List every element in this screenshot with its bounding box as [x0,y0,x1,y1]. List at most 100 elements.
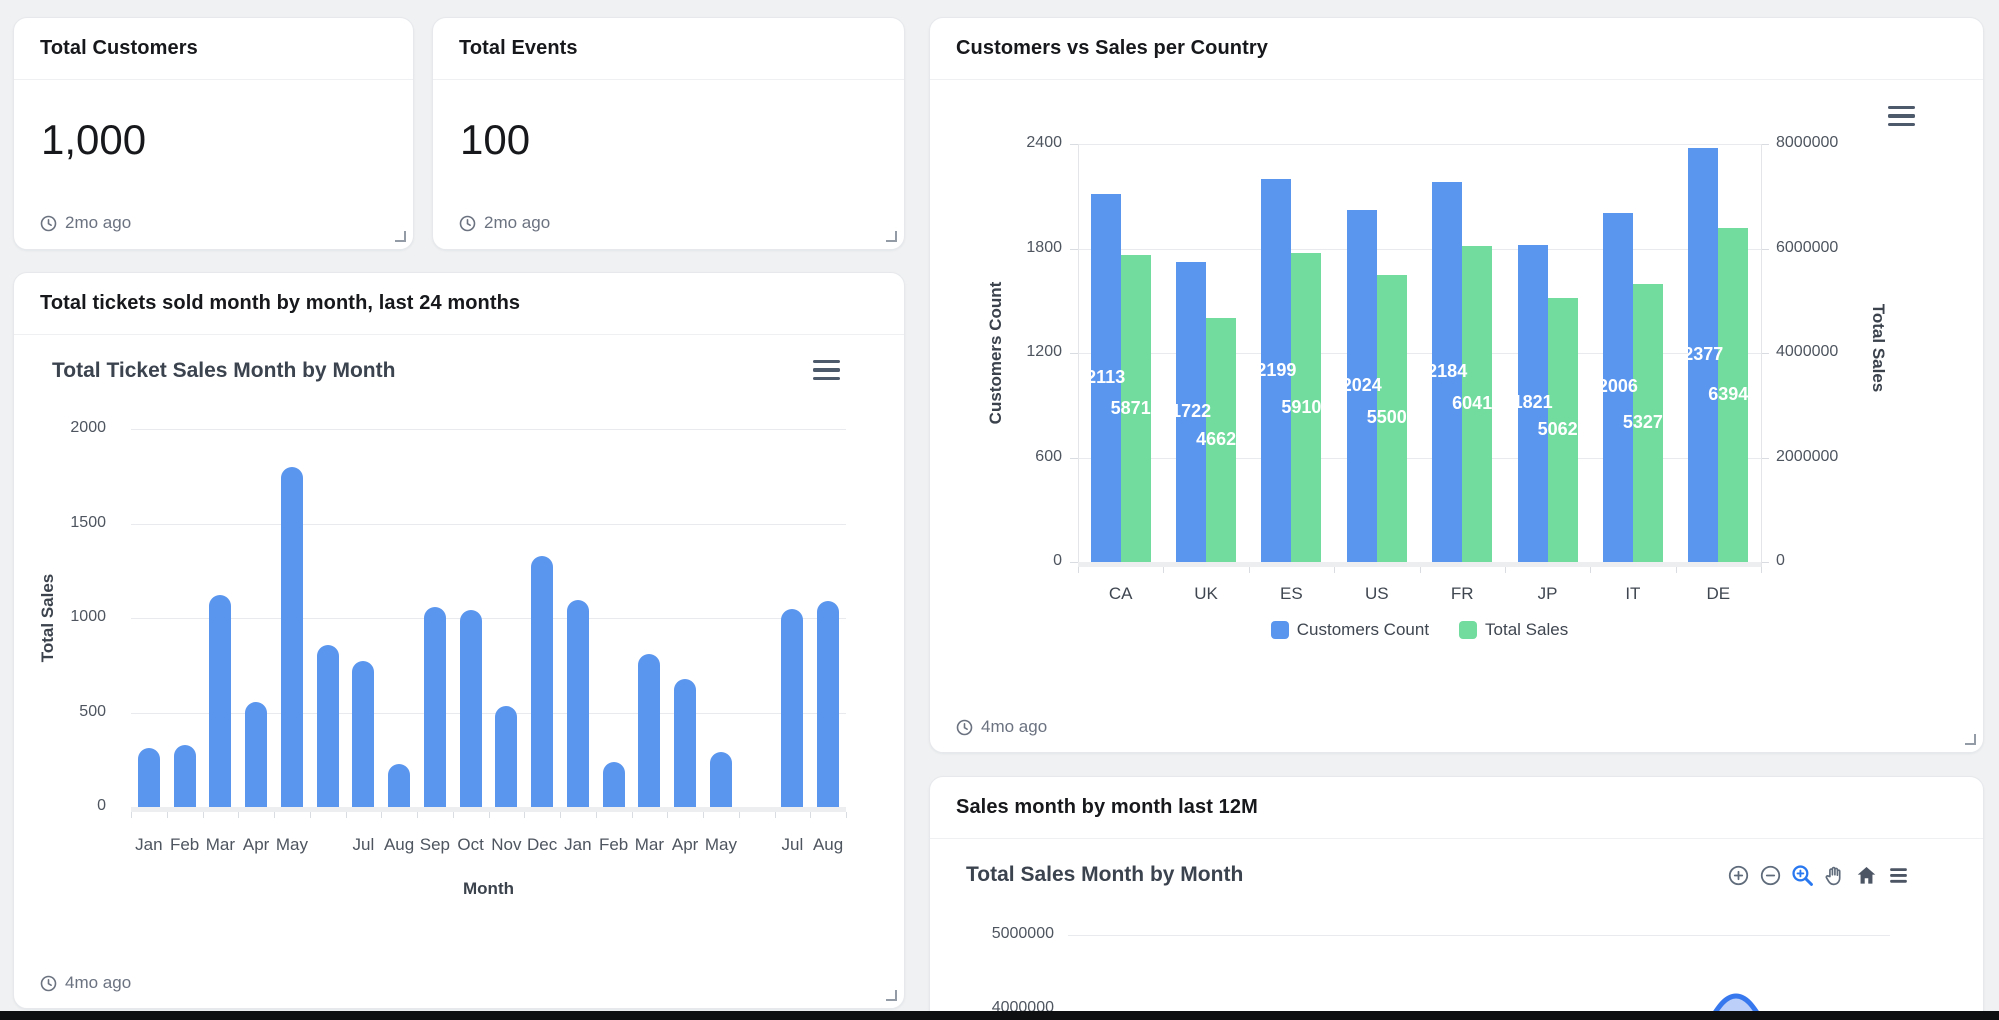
bar-value-label: 2006 [1578,376,1658,397]
tickets-bar-chart: 0500100015002000JanFebMarAprMayJulAugSep… [14,273,904,1008]
bar-value-label: 2199 [1236,360,1316,381]
x-tick-label: FR [1432,584,1492,604]
x-axis-title: Month [463,879,514,899]
x-tick-label: Aug [804,835,852,855]
x-tick-label: US [1347,584,1407,604]
axis-tick [667,812,668,818]
y-tick-label: 0 [978,552,1062,570]
x-tick-label: JP [1518,584,1578,604]
axis-tick [417,812,418,818]
updated-label: 4mo ago [65,973,131,993]
bar-value-label: 1722 [1151,401,1231,422]
axis-tick [1761,353,1769,354]
dashboard-page: Total Customers 1,000 2mo ago Total Even… [0,0,1999,1020]
kpi-value: 1,000 [41,116,413,164]
gridline [131,618,846,619]
bar [674,679,696,808]
bar-value-label: 2377 [1663,344,1743,365]
axis-tick [1070,249,1078,250]
axis-tick [524,812,525,818]
axis-tick [1070,458,1078,459]
card-total-customers: Total Customers 1,000 2mo ago [13,17,414,250]
card-footer: 4mo ago [40,973,131,993]
y-tick-label: 1800 [978,239,1062,257]
axis-tick [1078,567,1079,573]
axis-tick [1249,567,1250,573]
card-sales-last-12m: Sales month by month last 12M Total Sale… [929,776,1984,1020]
resize-handle-icon[interactable] [395,231,406,242]
gridline [131,713,846,714]
bar-value-label: 53275 [1608,412,1688,433]
card-title: Total Events [459,37,578,60]
y2-axis-title: Total Sales [1868,304,1888,393]
resize-handle-icon[interactable] [886,231,897,242]
card-tickets-by-month: Total tickets sold month by month, last … [13,272,905,1009]
axis-tick [775,812,776,818]
card-total-events: Total Events 100 2mo ago [432,17,905,250]
clock-icon [459,215,476,232]
axis-tick [739,812,740,818]
axis-tick [453,812,454,818]
bar [317,645,339,807]
card-customers-vs-sales: Customers vs Sales per Country 006002000… [929,17,1984,753]
axis-tick [167,812,168,818]
bar-value-label: 46621 [1181,429,1261,450]
bar [710,752,732,807]
axis-tick [1761,249,1769,250]
bar [817,601,839,807]
card-footer: 4mo ago [956,717,1047,737]
y-axis-line [1078,144,1079,567]
bar-value-label: 55004 [1352,407,1432,428]
bar [603,762,625,807]
axis-tick [238,812,239,818]
y-tick-label: 0 [32,797,106,815]
kpi-value: 100 [460,116,904,164]
card-header: Total Customers [14,18,413,80]
axis-tick [596,812,597,818]
resize-handle-icon[interactable] [886,990,897,1001]
axis-tick [846,812,847,818]
x-tick-label: UK [1176,584,1236,604]
axis-tick [1676,567,1677,573]
bar [424,607,446,807]
x-tick-label: May [268,835,316,855]
axis-tick [1070,562,1078,563]
axis-tick [632,812,633,818]
y-tick-label: 2000 [32,419,106,437]
y2-tick-label: 0 [1776,552,1886,570]
gridline [131,524,846,525]
axis-tick [703,812,704,818]
axis-tick [1761,144,1769,145]
bar-value-label: 1821 [1493,392,1573,413]
axis-tick [1070,144,1078,145]
resize-handle-icon[interactable] [1965,734,1976,745]
y-tick-label: 2400 [978,134,1062,152]
legend-label: Customers Count [1297,620,1429,640]
y-axis-title: Total Sales [38,574,58,663]
legend: Customers Count Total Sales [1078,620,1761,640]
axis-tick [274,812,275,818]
y2-tick-label: 2000000 [1776,448,1886,466]
y2-tick-label: 8000000 [1776,134,1886,152]
bar [567,600,589,807]
card-footer: 2mo ago [459,213,550,233]
bar [174,745,196,807]
bar [352,661,374,808]
y-tick-label: 500 [32,703,106,721]
clock-icon [40,215,57,232]
updated-label: 2mo ago [484,213,550,233]
window-bottom-edge [0,1011,1999,1020]
axis-tick [203,812,204,818]
axis-tick [1590,567,1591,573]
bar-value-label: 50628 [1523,419,1603,440]
y2-axis-line [1761,144,1762,567]
axis-tick [1420,567,1421,573]
gridline [1078,249,1761,250]
card-title: Total Customers [40,37,198,60]
legend-item[interactable]: Customers Count [1271,620,1429,640]
bar [531,556,553,807]
sales-area-chart: 50000004000000 [930,777,1983,1020]
bar [281,467,303,807]
x-tick-label: CA [1091,584,1151,604]
legend-item[interactable]: Total Sales [1459,620,1568,640]
